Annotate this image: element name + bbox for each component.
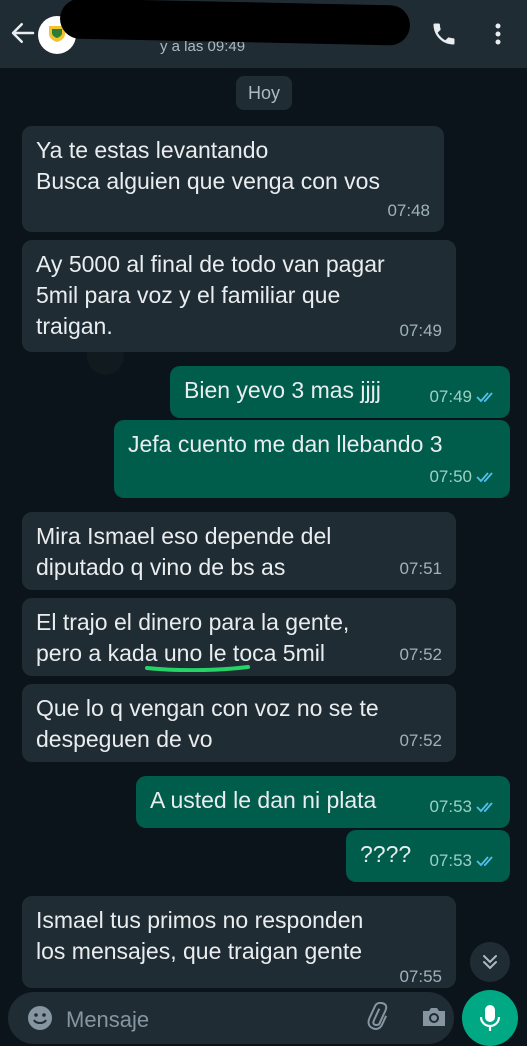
camera-icon[interactable] [420,1004,448,1030]
message-bubble-incoming[interactable]: Ismael tus primos no responden los mensa… [22,896,456,988]
message-text: Ismael tus primos no responden los mensa… [36,907,364,964]
date-chip: Hoy [236,76,292,110]
read-ticks-icon [476,855,493,866]
scroll-to-bottom-button[interactable] [470,942,510,982]
message-bubble-incoming[interactable]: Ay 5000 al final de todo van pagar 5mil … [22,240,456,352]
arrow-left-icon[interactable] [8,18,38,48]
message-bubble-incoming[interactable]: Mira Ismael eso depende del diputado q v… [22,512,456,590]
message-time: 07:51 [399,559,442,578]
read-ticks-icon [476,801,493,812]
microphone-button[interactable] [462,990,518,1046]
emoji-icon[interactable] [26,1004,54,1032]
message-time: 07:53 [429,851,472,870]
message-time: 07:55 [399,967,442,986]
microphone-icon [479,1005,501,1031]
message-input[interactable] [64,1002,328,1038]
message-time: 07:49 [399,321,442,340]
more-vertical-icon[interactable] [488,20,508,48]
paperclip-icon[interactable] [364,1001,390,1032]
phone-icon[interactable] [430,20,458,48]
handwritten-underline [145,665,250,672]
message-text: Mira Ismael eso depende del diputado q v… [36,523,332,580]
message-text: Ay 5000 al final de todo van pagar 5mil … [36,251,385,339]
message-bubble-incoming[interactable]: Que lo q vengan con voz no se te despegu… [22,684,456,762]
message-bubble-outgoing[interactable]: ???? 07:53 [346,830,510,882]
message-time: 07:50 [429,467,472,486]
message-composer [8,992,454,1044]
message-bubble-incoming[interactable]: Ya te estas levantando Busca alguien que… [22,126,444,232]
chevron-double-down-icon [483,955,497,970]
message-text: Jefa cuento me dan llebando 3 [128,431,443,457]
redaction-mark [59,0,411,46]
message-bubble-outgoing[interactable]: Bien yevo 3 mas jjjj 07:49 [170,366,510,418]
message-time: 07:52 [399,731,442,750]
message-time: 07:48 [387,201,430,220]
message-time: 07:49 [429,387,472,406]
message-time: 07:52 [399,645,442,664]
message-text: Ya te estas levantando Busca alguien que… [36,137,380,194]
message-bubble-outgoing[interactable]: Jefa cuento me dan llebando 3 07:50 [114,420,510,498]
message-text: El trajo el dinero para la gente, pero a… [36,609,350,666]
read-ticks-icon [476,391,493,402]
message-time: 07:53 [429,797,472,816]
chat-header: lefecita y a las 09:49 [0,0,527,68]
message-text: Que lo q vengan con voz no se te despegu… [36,695,379,752]
message-bubble-outgoing[interactable]: A usted le dan ni plata 07:53 [136,776,510,828]
read-ticks-icon [476,471,493,482]
